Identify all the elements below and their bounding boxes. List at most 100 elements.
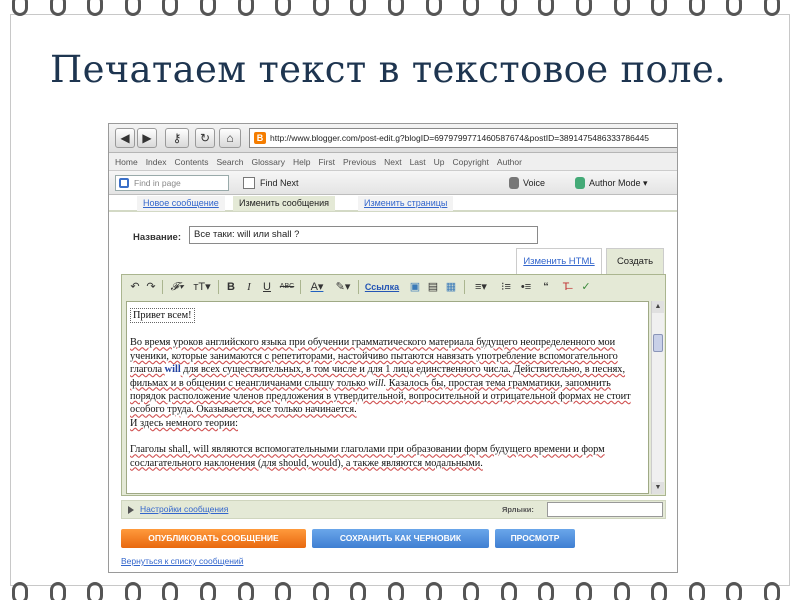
tab-new-post[interactable]: Новое сообщение — [137, 196, 225, 211]
tab-edit-html[interactable]: Изменить HTML — [516, 248, 602, 274]
redo-icon[interactable]: ↷ — [144, 279, 158, 295]
numbered-list-icon[interactable]: ⁝≡ — [498, 279, 514, 295]
author-mode-button[interactable]: Author Mode ▾ — [575, 175, 648, 191]
font-family-icon[interactable]: 𝓕▾ — [166, 279, 188, 295]
menu-first[interactable]: First — [318, 157, 335, 167]
microphone-icon — [509, 177, 519, 189]
find-placeholder: Find in page — [134, 178, 181, 188]
strikethrough-icon[interactable]: ABC — [278, 279, 296, 295]
underline-icon[interactable]: U — [260, 279, 274, 295]
menu-author[interactable]: Author — [497, 157, 522, 167]
spiral-ring — [651, 582, 668, 600]
expand-triangle-icon[interactable] — [128, 506, 134, 514]
spiral-ring — [726, 0, 743, 16]
editor-toolbar: ↶ ↷ 𝓕▾ ᴛT▾ B I U ABC A▾ ✎▾ Ссылка ▣ ▤ ▦ … — [122, 275, 665, 299]
insert-video-icon[interactable]: ▤ — [426, 279, 440, 295]
publish-button[interactable]: ОПУБЛИКОВАТЬ СООБЩЕНИЕ — [121, 529, 306, 548]
insert-jump-break-icon[interactable]: ▦ — [444, 279, 458, 295]
spiral-ring — [388, 0, 404, 16]
find-toolbar: Find in page Find Next Voice Author Mode… — [109, 171, 677, 195]
menu-help[interactable]: Help — [293, 157, 310, 167]
menu-next[interactable]: Next — [384, 157, 401, 167]
italic-icon[interactable]: I — [242, 279, 256, 295]
scrollbar-thumb[interactable] — [653, 334, 663, 352]
blockquote-icon[interactable]: “ — [538, 279, 554, 295]
editor-scrollbar[interactable]: ▲ ▼ — [651, 301, 664, 494]
post-options-link[interactable]: Настройки сообщения — [140, 504, 228, 514]
spiral-ring — [275, 582, 292, 600]
post-paragraph-1: Во время уроков английского языка при об… — [130, 336, 645, 430]
menu-home[interactable]: Home — [115, 157, 138, 167]
spiral-bottom — [0, 574, 800, 600]
spiral-ring — [613, 582, 630, 600]
spiral-ring — [200, 582, 216, 600]
insert-link-button[interactable]: Ссылка — [362, 279, 402, 295]
alignment-icon[interactable]: ≡▾ — [470, 279, 492, 295]
menu-last[interactable]: Last — [410, 157, 426, 167]
menu-up[interactable]: Up — [434, 157, 445, 167]
forward-arrow-icon[interactable]: ▶ — [137, 128, 157, 148]
spiral-ring — [651, 0, 668, 16]
scroll-up-icon[interactable]: ▲ — [652, 301, 664, 313]
labels-label: Ярлыки: — [502, 505, 534, 514]
spiral-ring — [764, 0, 780, 16]
spiral-ring — [124, 582, 141, 600]
voice-button[interactable]: Voice — [509, 175, 545, 191]
tab-compose[interactable]: Создать — [606, 248, 664, 274]
highlight-color-icon[interactable]: ✎▾ — [332, 279, 354, 295]
find-in-page-input[interactable]: Find in page — [115, 175, 229, 191]
spiral-ring — [388, 582, 404, 600]
scroll-down-icon[interactable]: ▼ — [652, 482, 664, 494]
spellcheck-icon[interactable]: ✓ — [578, 279, 594, 295]
post-text: Глаголы shall, will являются вспомогател… — [130, 444, 605, 469]
tab-edit-posts[interactable]: Изменить сообщения — [233, 196, 336, 211]
post-paragraph-2: Глаголы shall, will являются вспомогател… — [130, 443, 645, 470]
reload-icon[interactable]: ↻ — [195, 128, 215, 148]
bulleted-list-icon[interactable]: •≡ — [518, 279, 534, 295]
spiral-ring — [613, 0, 630, 16]
url-input[interactable]: B http://www.blogger.com/post-edit.g?blo… — [249, 128, 677, 148]
post-text-will: will — [164, 364, 181, 376]
spiral-ring — [463, 582, 480, 600]
key-icon[interactable]: ⚷ — [165, 128, 189, 148]
url-text: http://www.blogger.com/post-edit.g?blogI… — [270, 133, 650, 143]
menu-search[interactable]: Search — [217, 157, 244, 167]
undo-icon[interactable]: ↶ — [128, 279, 142, 295]
font-size-icon[interactable]: ᴛT▾ — [190, 279, 214, 295]
post-title-label: Название: — [133, 232, 182, 243]
tab-edit-pages[interactable]: Изменить страницы — [358, 196, 454, 211]
menu-copyright[interactable]: Copyright — [453, 157, 489, 167]
post-body-textarea[interactable]: Привет всем! Во время уроков английского… — [126, 301, 649, 494]
menu-previous[interactable]: Previous — [343, 157, 376, 167]
bold-icon[interactable]: B — [224, 279, 238, 295]
blogger-favicon-icon: B — [254, 132, 266, 144]
text-color-icon[interactable]: A▾ — [306, 279, 328, 295]
find-next-label: Find Next — [260, 178, 299, 188]
spiral-ring — [12, 0, 28, 16]
toolbar-separator — [464, 280, 465, 294]
browser-menu: Home Index Contents Search Glossary Help… — [109, 153, 677, 171]
spiral-ring — [425, 0, 442, 16]
spiral-ring — [726, 582, 743, 600]
back-to-posts-link[interactable]: Вернуться к списку сообщений — [121, 556, 243, 566]
save-draft-button[interactable]: СОХРАНИТЬ КАК ЧЕРНОВИК — [312, 529, 489, 548]
spiral-ring — [124, 0, 141, 16]
post-title-input[interactable]: Все таки: will или shall ? — [189, 226, 538, 244]
menu-index[interactable]: Index — [146, 157, 167, 167]
menu-glossary[interactable]: Glossary — [251, 157, 285, 167]
menu-contents[interactable]: Contents — [174, 157, 208, 167]
home-icon[interactable]: ⌂ — [219, 128, 241, 148]
spiral-ring — [350, 0, 367, 16]
back-arrow-icon[interactable]: ◀ — [115, 128, 135, 148]
labels-input[interactable] — [547, 502, 663, 517]
spiral-ring — [162, 582, 179, 600]
remove-formatting-icon[interactable]: T̶ — [558, 279, 574, 295]
spiral-ring — [688, 0, 705, 16]
preview-button[interactable]: ПРОСМОТР — [495, 529, 575, 548]
spiral-ring — [538, 0, 555, 16]
find-next-button[interactable]: Find Next — [243, 175, 299, 191]
search-icon — [119, 178, 129, 188]
spiral-ring — [275, 0, 292, 16]
spiral-ring — [312, 582, 329, 600]
insert-image-icon[interactable]: ▣ — [408, 279, 422, 295]
